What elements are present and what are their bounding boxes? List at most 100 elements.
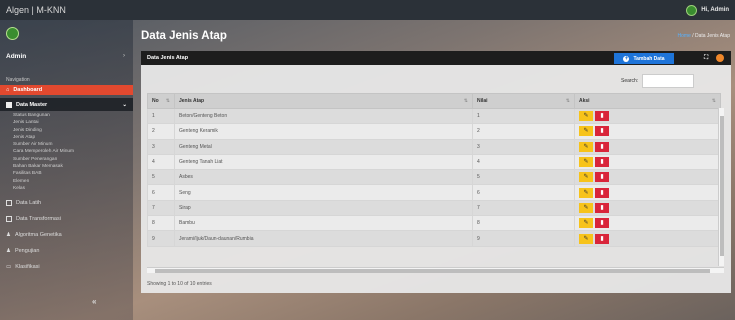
nav-title: Navigation [6,77,30,83]
column-header-aksi[interactable]: Aksi ⇅ [574,93,721,109]
search-row: Search: [621,74,695,88]
cell-no: 8 [147,215,175,232]
edit-button[interactable]: ✎ [579,126,593,137]
cell-no: 6 [147,184,175,201]
table-row: 6 Seng 6 ✎ ▮ [147,184,721,201]
sidebar-item-klasifikasi[interactable]: ▭ Klasifikasi [0,259,133,274]
cell-no: 5 [147,169,175,186]
sidebar: Admin › Navigation ⌂ Dashboard Data Mast… [0,20,133,320]
file-icon [6,199,12,206]
sidebar-item-label: Klasifikasi [15,263,40,270]
sidebar-item-data-transformasi[interactable]: Data Transformasi [0,211,133,226]
edit-button[interactable]: ✎ [579,141,593,152]
cell-aksi: ✎ ▮ [574,215,721,232]
delete-button[interactable]: ▮ [595,233,609,244]
sidebar-item-data-master[interactable]: Data Master ⌄ [0,98,133,111]
cell-jenis-atap: Jerami/Ijuk/Daun-daunan/Rumbia [174,230,473,247]
delete-button[interactable]: ▮ [595,202,609,213]
horizontal-scrollbar[interactable] [147,267,724,273]
breadcrumb-home[interactable]: Home [677,33,690,39]
sidebar-item-elemen[interactable]: Elemen [0,178,133,185]
scrollbar-thumb[interactable] [720,116,724,256]
search-input[interactable] [642,74,695,88]
cell-jenis-atap: Asbes [174,169,473,186]
cell-nilai: 2 [472,123,575,140]
sort-icon: ⇅ [165,98,170,104]
edit-button[interactable]: ✎ [579,218,593,229]
top-bar: Algen | M-KNN Hi, Admin [0,0,735,20]
user-menu[interactable]: Hi, Admin [686,4,729,16]
sidebar-item-bahan-bakar[interactable]: Bahan Bakar Memasak [0,163,133,170]
sidebar-item-sumber-penerangan[interactable]: Sumber Penerangan [0,156,133,163]
sidebar-item-label: Data Master [16,101,48,108]
edit-button[interactable]: ✎ [579,233,593,244]
delete-button[interactable]: ▮ [595,141,609,152]
cell-no: 4 [147,153,175,171]
cell-aksi: ✎ ▮ [574,123,721,140]
cell-no: 3 [147,138,175,155]
cell-jenis-atap: Sirap [174,199,473,217]
sidebar-profile[interactable]: Admin › [0,20,133,75]
cell-no: 2 [147,123,175,140]
sidebar-item-jenis-lantai[interactable]: Jenis Lantai [0,119,133,126]
breadcrumb-separator: / [692,33,694,39]
table-row: 4 Genteng Tanah Liat 4 ✎ ▮ [147,153,721,171]
sidebar-item-sumber-air-minum[interactable]: Sumber Air Minum [0,141,133,148]
table-info: Showing 1 to 10 of 10 entries [147,281,212,287]
edit-button[interactable]: ✎ [579,202,593,213]
data-card: Data Jenis Atap + Tambah Data ⛶ Search: … [141,51,731,293]
vertical-scrollbar[interactable] [718,108,724,266]
cell-aksi: ✎ ▮ [574,138,721,155]
delete-button[interactable]: ▮ [595,111,609,122]
cell-nilai: 3 [472,138,575,155]
table-row: 9 Jerami/Ijuk/Daun-daunan/Rumbia 9 ✎ ▮ [147,230,721,247]
add-data-button[interactable]: + Tambah Data [614,53,674,64]
table-icon [6,101,12,108]
table-row: 2 Genteng Keramik 2 ✎ ▮ [147,123,721,140]
chevron-right-icon: › [123,53,125,59]
users-icon: ♟ [6,247,11,254]
sidebar-item-label: Algoritma Genetika [14,231,62,238]
card-header: Data Jenis Atap + Tambah Data ⛶ [141,51,731,65]
profile-name: Admin [6,53,27,60]
delete-button[interactable]: ▮ [595,187,609,198]
cell-jenis-atap: Genteng Keramik [174,123,473,140]
cell-nilai: 1 [472,107,575,125]
delete-button[interactable]: ▮ [595,172,609,183]
collapse-sidebar-button[interactable]: « [92,297,96,306]
sidebar-item-fasilitas-bab[interactable]: Fasilitas BAB [0,170,133,177]
card-title: Data Jenis Atap [147,55,189,61]
sidebar-item-data-latih[interactable]: Data Latih [0,195,133,210]
sort-icon: ⇅ [711,98,716,104]
app-brand[interactable]: Algen | M-KNN [6,5,66,15]
cell-aksi: ✎ ▮ [574,184,721,201]
column-header-jenis-atap[interactable]: Jenis Atap ⇅ [174,93,473,109]
cell-aksi: ✎ ▮ [574,199,721,217]
sidebar-item-status-bangunan[interactable]: Status Bangunan [0,112,133,119]
avatar [6,27,19,40]
sidebar-item-jenis-atap[interactable]: Jenis Atap [0,134,133,141]
expand-icon[interactable]: ⛶ [704,55,708,62]
edit-button[interactable]: ✎ [579,187,593,198]
column-header-nilai[interactable]: Nilai ⇅ [472,93,575,109]
breadcrumb: Home / Data Jenis Atap [677,33,730,39]
cell-nilai: 7 [472,199,575,217]
minimize-icon[interactable] [716,54,724,62]
table-row: 5 Asbes 5 ✎ ▮ [147,169,721,186]
cell-jenis-atap: Genteng Tanah Liat [174,153,473,171]
edit-button[interactable]: ✎ [579,111,593,122]
sidebar-item-algoritma-genetika[interactable]: ♟ Algoritma Genetika [0,227,133,242]
table-row: 7 Sirap 7 ✎ ▮ [147,199,721,217]
edit-button[interactable]: ✎ [579,157,593,168]
edit-button[interactable]: ✎ [579,172,593,183]
sidebar-item-cara-memperoleh-air[interactable]: Cara Memperoleh Air Minum [0,148,133,155]
delete-button[interactable]: ▮ [595,218,609,229]
delete-button[interactable]: ▮ [595,157,609,168]
column-header-no[interactable]: No ⇅ [147,93,175,109]
sidebar-item-jenis-dinding[interactable]: Jenis Dinding [0,127,133,134]
sidebar-item-kelas[interactable]: Kelas [0,185,133,192]
delete-button[interactable]: ▮ [595,126,609,137]
sidebar-item-pengujian[interactable]: ♟ Pengujian [0,243,133,258]
scrollbar-thumb[interactable] [155,269,710,273]
sidebar-item-dashboard[interactable]: ⌂ Dashboard [0,85,133,95]
